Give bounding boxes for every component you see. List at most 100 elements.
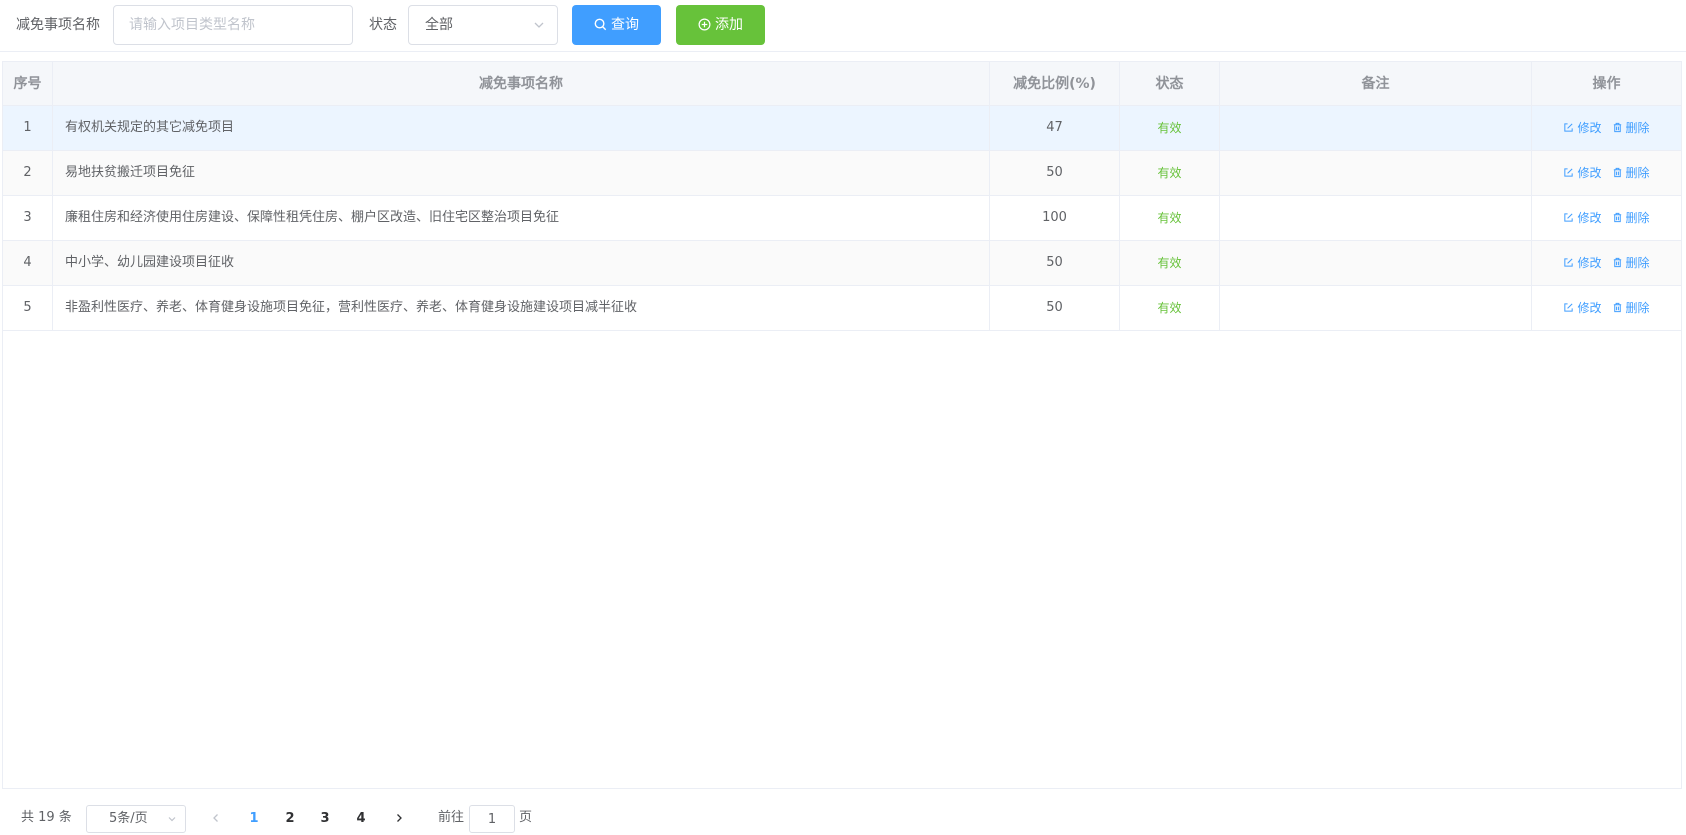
edit-label: 修改 [1577, 166, 1602, 180]
search-icon [594, 18, 607, 31]
goto-page-input[interactable] [469, 805, 515, 833]
page-button-3[interactable]: 3 [310, 805, 340, 833]
total-count: 共 19 条 [21, 810, 72, 825]
cell-note [1220, 196, 1532, 240]
table-header: 序号 减免事项名称 减免比例(%) 状态 备注 操作 [3, 62, 1681, 106]
delete-label: 删除 [1625, 166, 1650, 180]
edit-label: 修改 [1577, 121, 1602, 135]
cell-note [1220, 151, 1532, 195]
cell-name: 易地扶贫搬迁项目免征 [53, 151, 990, 195]
cell-ratio: 50 [990, 241, 1120, 285]
cell-status: 有效 [1120, 241, 1220, 285]
cell-name: 廉租住房和经济使用住房建设、保障性租凭住房、棚户区改造、旧住宅区整治项目免征 [53, 196, 990, 240]
chevron-left-icon [213, 814, 218, 822]
cell-actions: 修改 删除 [1532, 196, 1681, 240]
status-text: 有效 [1157, 301, 1182, 315]
edit-icon [1564, 213, 1574, 222]
filter-toolbar: 减免事项名称 状态 全部 查询 添加 [0, 0, 1686, 52]
cell-name: 非盈利性医疗、养老、体育健身设施项目免征，营利性医疗、养老、体育健身设施建设项目… [53, 286, 990, 330]
table-row[interactable]: 3 廉租住房和经济使用住房建设、保障性租凭住房、棚户区改造、旧住宅区整治项目免征… [3, 196, 1681, 241]
add-button-label: 添加 [715, 17, 743, 33]
status-select[interactable]: 全部 [408, 5, 558, 45]
cell-index: 5 [3, 286, 53, 330]
edit-icon [1564, 303, 1574, 312]
delete-link[interactable]: 删除 [1612, 106, 1650, 150]
cell-index: 3 [3, 196, 53, 240]
cell-ratio: 50 [990, 286, 1120, 330]
edit-link[interactable]: 修改 [1563, 196, 1602, 240]
data-table: 序号 减免事项名称 减免比例(%) 状态 备注 操作 1 有权机关规定的其它减免… [2, 61, 1682, 789]
edit-icon [1564, 258, 1574, 267]
edit-icon [1564, 168, 1574, 177]
trash-icon [1613, 257, 1621, 268]
prev-page-button[interactable] [201, 805, 231, 833]
cell-status: 有效 [1120, 196, 1220, 240]
cell-actions: 修改 删除 [1532, 241, 1681, 285]
edit-link[interactable]: 修改 [1563, 241, 1602, 285]
column-header-note: 备注 [1220, 62, 1532, 105]
status-text: 有效 [1157, 211, 1182, 225]
trash-icon [1613, 212, 1621, 223]
trash-icon [1613, 122, 1621, 133]
cell-note [1220, 241, 1532, 285]
edit-link[interactable]: 修改 [1563, 286, 1602, 330]
column-header-name: 减免事项名称 [53, 62, 990, 105]
pagination: 共 19 条 5条/页 1 2 3 4 前往 页 [0, 800, 1686, 835]
add-button[interactable]: 添加 [676, 5, 765, 45]
name-filter-label: 减免事项名称 [16, 17, 100, 33]
cell-ratio: 100 [990, 196, 1120, 240]
delete-label: 删除 [1625, 301, 1650, 315]
cell-index: 1 [3, 106, 53, 150]
search-button[interactable]: 查询 [572, 5, 661, 45]
status-filter-label: 状态 [369, 17, 397, 33]
column-header-index: 序号 [3, 62, 53, 105]
cell-name: 有权机关规定的其它减免项目 [53, 106, 990, 150]
delete-link[interactable]: 删除 [1612, 241, 1650, 285]
edit-label: 修改 [1577, 256, 1602, 270]
search-button-label: 查询 [611, 17, 639, 33]
page-button-1[interactable]: 1 [239, 805, 269, 833]
status-text: 有效 [1157, 256, 1182, 270]
page-suffix-label: 页 [519, 810, 533, 825]
column-header-ratio: 减免比例(%) [990, 62, 1120, 105]
table-row[interactable]: 5 非盈利性医疗、养老、体育健身设施项目免征，营利性医疗、养老、体育健身设施建设… [3, 286, 1681, 331]
table-row[interactable]: 2 易地扶贫搬迁项目免征 50 有效 修改 删除 [3, 151, 1681, 196]
edit-label: 修改 [1577, 301, 1602, 315]
delete-link[interactable]: 删除 [1612, 196, 1650, 240]
cell-actions: 修改 删除 [1532, 106, 1681, 150]
cell-ratio: 47 [990, 106, 1120, 150]
cell-note [1220, 106, 1532, 150]
goto-label: 前往 [438, 810, 465, 825]
name-search-input[interactable] [113, 5, 353, 45]
edit-link[interactable]: 修改 [1563, 151, 1602, 195]
chevron-down-icon [168, 817, 176, 822]
page-size-value: 5条/页 [109, 811, 148, 826]
status-text: 有效 [1157, 166, 1182, 180]
page-size-select[interactable]: 5条/页 [86, 805, 186, 833]
table-row[interactable]: 1 有权机关规定的其它减免项目 47 有效 修改 删除 [3, 106, 1681, 151]
cell-note [1220, 286, 1532, 330]
delete-label: 删除 [1625, 121, 1650, 135]
page-button-2[interactable]: 2 [275, 805, 305, 833]
edit-icon [1564, 123, 1574, 132]
cell-name: 中小学、幼儿园建设项目征收 [53, 241, 990, 285]
delete-link[interactable]: 删除 [1612, 286, 1650, 330]
delete-label: 删除 [1625, 211, 1650, 225]
delete-link[interactable]: 删除 [1612, 151, 1650, 195]
edit-label: 修改 [1577, 211, 1602, 225]
edit-link[interactable]: 修改 [1563, 106, 1602, 150]
cell-index: 4 [3, 241, 53, 285]
next-page-button[interactable] [384, 805, 414, 833]
page-button-4[interactable]: 4 [346, 805, 376, 833]
column-header-status: 状态 [1120, 62, 1220, 105]
table-row[interactable]: 4 中小学、幼儿园建设项目征收 50 有效 修改 删除 [3, 241, 1681, 286]
chevron-down-icon [534, 22, 544, 28]
cell-index: 2 [3, 151, 53, 195]
status-text: 有效 [1157, 121, 1182, 135]
cell-status: 有效 [1120, 286, 1220, 330]
status-select-value: 全部 [425, 17, 453, 33]
trash-icon [1613, 167, 1621, 178]
cell-status: 有效 [1120, 151, 1220, 195]
cell-status: 有效 [1120, 106, 1220, 150]
cell-actions: 修改 删除 [1532, 286, 1681, 330]
